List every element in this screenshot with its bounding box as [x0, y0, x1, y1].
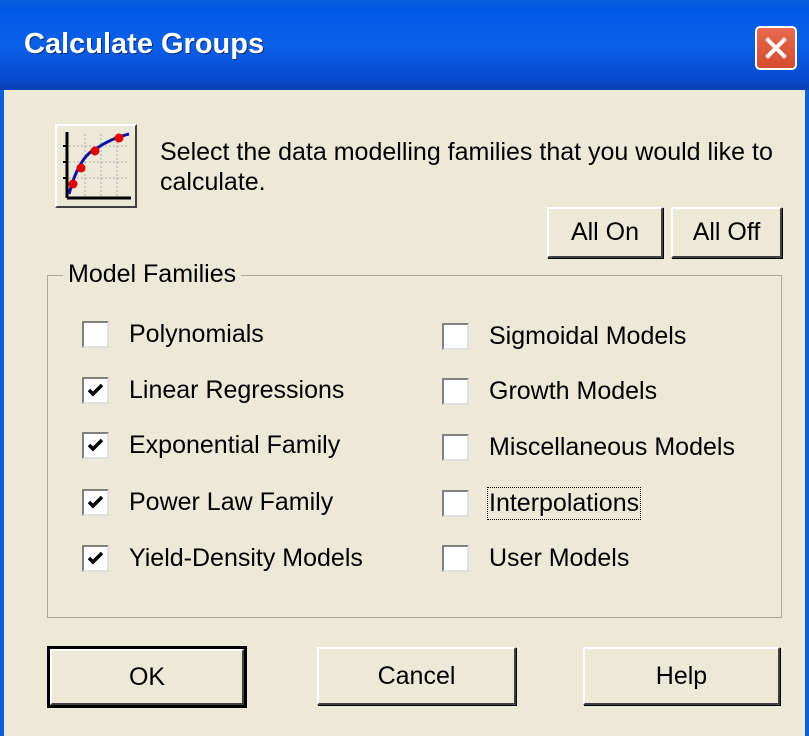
- cancel-label: Cancel: [377, 661, 456, 690]
- checkbox-box[interactable]: [442, 545, 469, 572]
- checkbox-interpolations[interactable]: Interpolations: [442, 487, 642, 520]
- ok-label: OK: [128, 662, 166, 691]
- checkbox-label: Polynomials: [129, 320, 264, 348]
- checkbox-label: User Models: [489, 544, 630, 572]
- checkbox-sigmoidal-models[interactable]: Sigmoidal Models: [442, 322, 686, 351]
- cancel-button[interactable]: Cancel: [317, 647, 516, 705]
- checkbox-exponential-family[interactable]: Exponential Family: [82, 431, 340, 460]
- close-icon: [765, 37, 787, 59]
- all-on-label: All On: [570, 218, 640, 246]
- all-off-label: All Off: [692, 218, 761, 246]
- all-on-button[interactable]: All On: [547, 207, 663, 258]
- checkbox-user-models[interactable]: User Models: [442, 544, 629, 573]
- checkbox-miscellaneous-models[interactable]: Miscellaneous Models: [442, 433, 735, 462]
- description-text: Select the data modelling families that …: [160, 138, 773, 196]
- checkbox-growth-models[interactable]: Growth Models: [442, 377, 657, 406]
- checkbox-label: Growth Models: [489, 377, 658, 405]
- model-families-legend: Model Families: [63, 260, 242, 289]
- checkbox-label: Linear Regressions: [129, 376, 345, 404]
- checkbox-label: Sigmoidal Models: [489, 322, 687, 350]
- checkbox-yield-density-models[interactable]: Yield-Density Models: [82, 544, 363, 573]
- window-title: Calculate Groups: [24, 28, 265, 60]
- checkbox-box[interactable]: [82, 432, 109, 459]
- ok-button[interactable]: OK: [47, 646, 247, 708]
- checkbox-box[interactable]: [442, 323, 469, 350]
- checkbox-label: Exponential Family: [129, 431, 341, 459]
- checkbox-box[interactable]: [82, 321, 109, 348]
- all-off-button[interactable]: All Off: [671, 207, 782, 258]
- checkbox-box[interactable]: [82, 489, 109, 516]
- checkbox-box[interactable]: [442, 490, 469, 517]
- checkbox-label: Power Law Family: [129, 488, 334, 516]
- checkbox-power-law-family[interactable]: Power Law Family: [82, 488, 333, 517]
- checkbox-linear-regressions[interactable]: Linear Regressions: [82, 376, 344, 405]
- title-bar[interactable]: Calculate Groups: [0, 0, 809, 90]
- checkmark-icon: [87, 495, 104, 509]
- checkbox-box[interactable]: [442, 378, 469, 405]
- curve-fit-icon: [55, 124, 137, 208]
- checkbox-box[interactable]: [442, 434, 469, 461]
- checkmark-icon: [87, 551, 104, 565]
- checkbox-polynomials[interactable]: Polynomials: [82, 320, 264, 349]
- close-button[interactable]: [755, 26, 797, 70]
- checkbox-label: Interpolations: [486, 487, 642, 520]
- help-button[interactable]: Help: [583, 647, 780, 705]
- checkbox-label: Miscellaneous Models: [489, 433, 735, 461]
- checkmark-icon: [87, 438, 104, 452]
- checkbox-box[interactable]: [82, 545, 109, 572]
- checkbox-label: Yield-Density Models: [129, 544, 363, 572]
- checkbox-box[interactable]: [82, 377, 109, 404]
- checkmark-icon: [87, 383, 104, 397]
- help-label: Help: [655, 661, 708, 690]
